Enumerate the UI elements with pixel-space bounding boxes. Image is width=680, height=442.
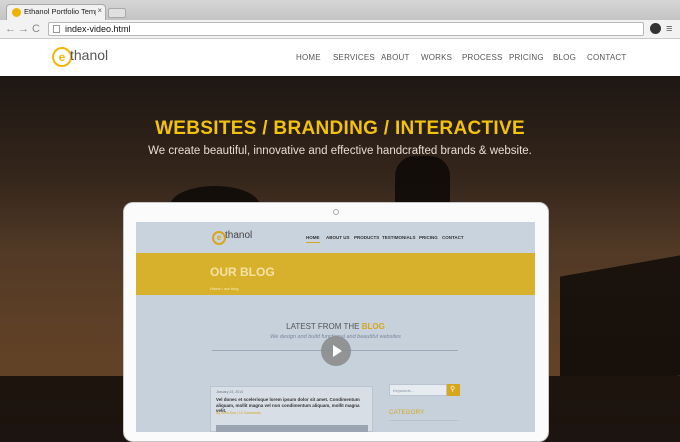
nav-contact[interactable]: CONTACT <box>587 53 626 62</box>
nav-blog[interactable]: BLOG <box>553 53 576 62</box>
search-icon: ⚲ <box>450 386 456 393</box>
preview-screen: e thanol HOME ABOUT US PRODUCTS TESTIMON… <box>136 222 535 432</box>
preview-nav-products: PRODUCTS <box>354 235 380 240</box>
browser-toolbar: ← → C index-video.html ≡ <box>0 20 680 39</box>
preview-blog-post: January 24, 2014 Vel donec et scelerisqu… <box>210 386 373 432</box>
nav-process[interactable]: PROCESS <box>462 53 503 62</box>
refresh-button[interactable]: C <box>32 22 40 36</box>
preview-latest-highlight: BLOG <box>361 322 385 331</box>
preview-category-divider <box>389 420 459 421</box>
favicon-icon <box>12 8 21 17</box>
preview-nav-home: HOME <box>306 235 320 243</box>
preview-post-meta: By John Doe | 10 Comments <box>216 411 261 415</box>
preview-nav-testimonials: TESTIMONIALS <box>382 235 416 240</box>
nav-about[interactable]: ABOUT <box>381 53 410 62</box>
preview-title-band: OUR BLOG Home / our blog <box>136 253 535 295</box>
preview-post-date: January 24, 2014 <box>216 390 244 394</box>
tab-close-icon[interactable]: × <box>97 6 102 15</box>
hero-subline: We create beautiful, innovative and effe… <box>148 145 532 157</box>
preview-post-image <box>216 425 368 432</box>
preview-nav-contact: CONTACT <box>442 235 464 240</box>
preview-breadcrumb: Home / our blog <box>210 286 239 291</box>
preview-logo-text: thanol <box>225 230 253 241</box>
browser-menu-icon[interactable]: ≡ <box>666 22 672 36</box>
hero-headline: WEBSITES / BRANDING / INTERACTIVE <box>155 118 525 139</box>
address-bar[interactable]: index-video.html <box>48 22 644 36</box>
preview-search-button: ⚲ <box>447 384 460 396</box>
camera-icon <box>333 209 339 215</box>
url-text[interactable]: index-video.html <box>65 23 131 35</box>
preview-category-heading: CATEGORY <box>389 410 425 416</box>
nav-services[interactable]: SERVICES <box>333 53 375 62</box>
browser-tab-bar: Ethanol Portfolio Template × <box>0 0 680 20</box>
page-icon <box>53 25 60 33</box>
extension-icon[interactable] <box>650 23 661 34</box>
browser-tab[interactable]: Ethanol Portfolio Template × <box>6 4 106 20</box>
preview-header: e thanol HOME ABOUT US PRODUCTS TESTIMON… <box>136 222 535 253</box>
play-icon <box>333 345 342 357</box>
preview-section-heading: LATEST FROM THE BLOG <box>136 322 535 331</box>
nav-pricing[interactable]: PRICING <box>509 53 544 62</box>
site-logo[interactable]: e thanol <box>52 45 117 69</box>
preview-nav-about: ABOUT US <box>326 235 350 240</box>
site-header: e thanol HOME SERVICES ABOUT WORKS PROCE… <box>0 39 680 76</box>
logo-e-icon: e <box>52 47 72 67</box>
preview-logo-e-icon: e <box>212 231 226 245</box>
back-button[interactable]: ← <box>5 22 16 36</box>
preview-latest-prefix: LATEST FROM THE <box>286 322 362 331</box>
tab-title: Ethanol Portfolio Template <box>24 7 96 16</box>
preview-page-title: OUR BLOG <box>210 265 275 279</box>
logo-text: thanol <box>70 47 109 63</box>
video-play-button[interactable] <box>321 336 351 366</box>
preview-search-input: Keywords... <box>389 384 447 396</box>
preview-search-placeholder: Keywords... <box>393 388 414 393</box>
forward-button[interactable]: → <box>18 22 29 36</box>
new-tab-button[interactable] <box>108 8 126 18</box>
preview-nav-pricing: PRICING <box>419 235 438 240</box>
nav-works[interactable]: WORKS <box>421 53 452 62</box>
nav-home[interactable]: HOME <box>296 53 321 62</box>
